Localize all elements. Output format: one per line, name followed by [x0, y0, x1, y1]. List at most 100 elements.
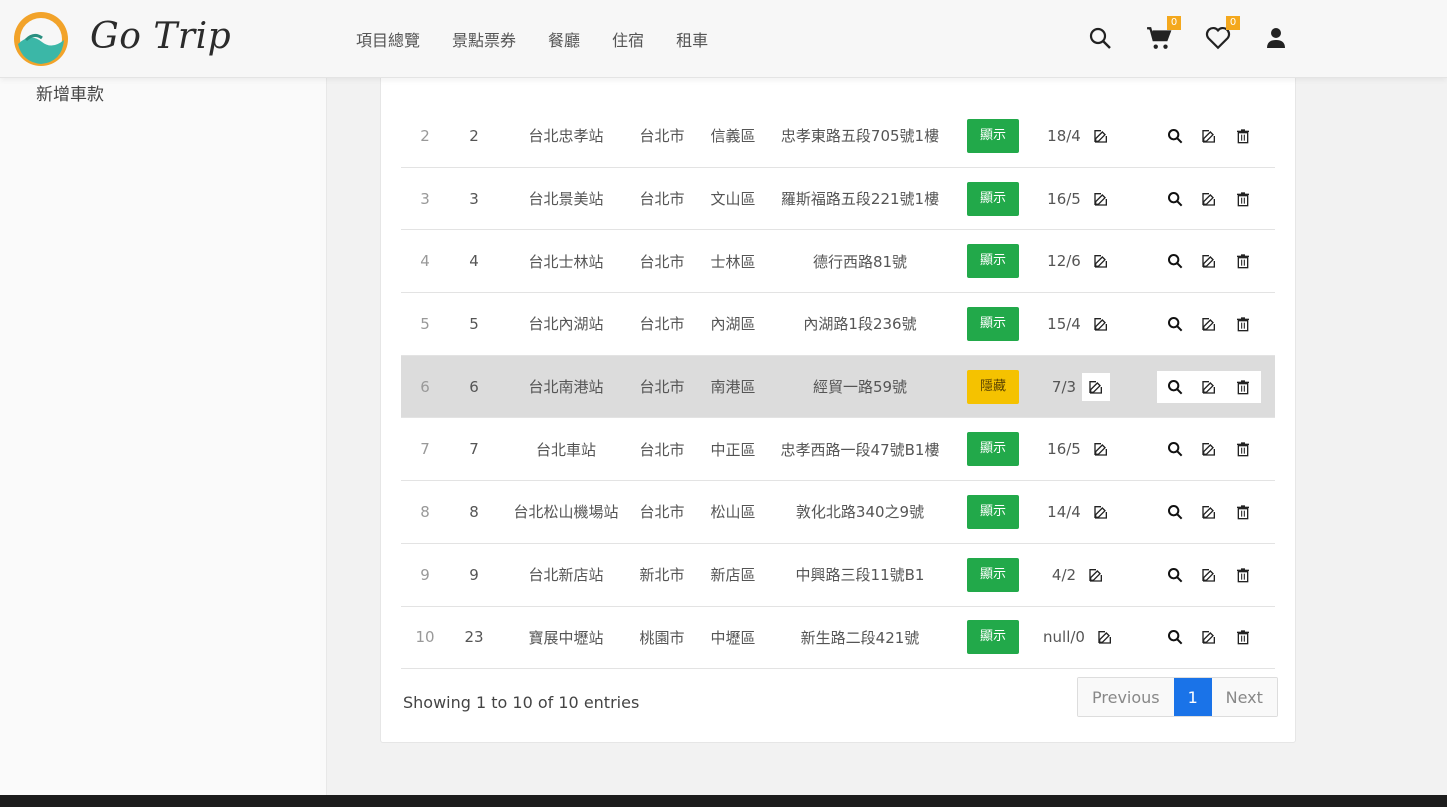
status-badge[interactable]: 顯示 [967, 494, 1019, 529]
station-id: 4 [469, 252, 479, 271]
car-count: 16/5 [1047, 189, 1081, 208]
trash-icon[interactable] [1233, 314, 1253, 334]
station-id: 6 [469, 377, 479, 396]
edit-count-icon[interactable] [1087, 247, 1115, 275]
station-district: 中正區 [710, 440, 756, 459]
row-index: 10 [415, 628, 435, 647]
table-row: 4 4 台北士林站 台北市 士林區 德行西路81號 顯示 12/6 [401, 230, 1275, 294]
view-icon[interactable] [1165, 189, 1185, 209]
station-city: 台北市 [639, 503, 685, 522]
nav-tickets[interactable]: 景點票券 [452, 27, 516, 51]
status-badge[interactable]: 顯示 [967, 432, 1019, 467]
edit-icon[interactable] [1199, 314, 1219, 334]
user-icon[interactable] [1262, 24, 1290, 52]
station-address: 內湖路1段236號 [803, 315, 917, 334]
station-id: 5 [469, 314, 479, 333]
brand-name[interactable]: Go Trip [90, 16, 231, 57]
nav-restaurants[interactable]: 餐廳 [548, 27, 580, 51]
status-badge[interactable]: 顯示 [967, 306, 1019, 341]
edit-icon[interactable] [1199, 439, 1219, 459]
station-district: 松山區 [710, 503, 756, 522]
edit-count-icon[interactable] [1087, 122, 1115, 150]
sidebar: 新增車款 [0, 78, 327, 795]
station-city: 新北市 [639, 566, 685, 585]
station-name: 寶展中壢站 [528, 628, 604, 647]
trash-icon[interactable] [1233, 565, 1253, 585]
row-index: 4 [420, 252, 430, 271]
view-icon[interactable] [1165, 627, 1185, 647]
trash-icon[interactable] [1233, 377, 1253, 397]
status-badge[interactable]: 顯示 [967, 557, 1019, 592]
row-actions [1157, 314, 1261, 334]
view-icon[interactable] [1165, 251, 1185, 271]
nav-overview[interactable]: 項目總覽 [356, 27, 420, 51]
station-address: 德行西路81號 [812, 252, 908, 271]
station-address: 經貿一路59號 [812, 378, 908, 397]
station-address: 敦化北路340之9號 [795, 503, 925, 522]
station-name: 台北車站 [535, 440, 596, 459]
station-district: 文山區 [710, 190, 756, 209]
view-icon[interactable] [1165, 126, 1185, 146]
station-district: 中壢區 [710, 628, 756, 647]
status-badge[interactable]: 顯示 [967, 620, 1019, 655]
station-address: 忠孝西路一段47號B1樓 [780, 440, 940, 459]
heart-icon[interactable]: 0 [1204, 16, 1240, 52]
status-badge[interactable]: 顯示 [967, 118, 1019, 153]
station-address: 新生路二段421號 [800, 628, 920, 647]
edit-count-icon[interactable] [1091, 623, 1119, 651]
station-name: 台北景美站 [528, 190, 604, 209]
view-icon[interactable] [1165, 565, 1185, 585]
station-name: 台北南港站 [528, 378, 604, 397]
trash-icon[interactable] [1233, 502, 1253, 522]
edit-count-icon[interactable] [1087, 310, 1115, 338]
view-icon[interactable] [1165, 502, 1185, 522]
page-1-button[interactable]: 1 [1173, 678, 1212, 716]
view-icon[interactable] [1165, 314, 1185, 334]
status-badge[interactable]: 顯示 [967, 181, 1019, 216]
edit-icon[interactable] [1199, 126, 1219, 146]
nav-lodging[interactable]: 住宿 [612, 27, 644, 51]
edit-count-icon[interactable] [1087, 435, 1115, 463]
edit-count-icon[interactable] [1082, 561, 1110, 589]
station-city: 台北市 [639, 440, 685, 459]
status-badge[interactable]: 顯示 [967, 244, 1019, 279]
next-button[interactable]: Next [1211, 678, 1277, 716]
table-row: 8 8 台北松山機場站 台北市 松山區 敦化北路340之9號 顯示 14/4 [401, 481, 1275, 544]
station-id: 9 [469, 565, 479, 584]
trash-icon[interactable] [1233, 126, 1253, 146]
trash-icon[interactable] [1233, 439, 1253, 459]
trash-icon[interactable] [1233, 251, 1253, 271]
view-icon[interactable] [1165, 439, 1185, 459]
edit-count-icon[interactable] [1082, 372, 1111, 401]
sidebar-item-add-car[interactable]: 新增車款 [36, 80, 104, 105]
edit-count-icon[interactable] [1087, 498, 1115, 526]
edit-icon[interactable] [1199, 377, 1219, 397]
trash-icon[interactable] [1233, 627, 1253, 647]
row-actions [1157, 126, 1261, 146]
cart-icon[interactable]: 0 [1145, 16, 1181, 52]
search-icon[interactable] [1086, 24, 1114, 52]
edit-icon[interactable] [1199, 627, 1219, 647]
station-id: 7 [469, 440, 479, 459]
view-icon[interactable] [1165, 377, 1185, 397]
station-id: 3 [469, 189, 479, 208]
status-badge[interactable]: 隱藏 [967, 369, 1019, 404]
row-actions [1157, 370, 1261, 403]
station-city: 台北市 [639, 315, 685, 334]
edit-icon[interactable] [1199, 189, 1219, 209]
car-count: 4/2 [1051, 565, 1077, 584]
go-trip-logo[interactable] [12, 10, 70, 68]
trash-icon[interactable] [1233, 189, 1253, 209]
table-row: 6 6 台北南港站 台北市 南港區 經貿一路59號 隱藏 7/3 [401, 355, 1275, 419]
edit-icon[interactable] [1199, 565, 1219, 585]
table-row: 10 23 寶展中壢站 桃園市 中壢區 新生路二段421號 顯示 null/0 [401, 607, 1275, 670]
previous-button[interactable]: Previous [1078, 678, 1174, 716]
edit-count-icon[interactable] [1087, 185, 1115, 213]
nav-car-rental[interactable]: 租車 [676, 27, 708, 51]
station-name: 台北士林站 [528, 252, 604, 271]
car-count: 7/3 [1051, 377, 1077, 396]
edit-icon[interactable] [1199, 502, 1219, 522]
row-actions [1157, 439, 1261, 459]
station-id: 8 [469, 502, 479, 521]
edit-icon[interactable] [1199, 251, 1219, 271]
